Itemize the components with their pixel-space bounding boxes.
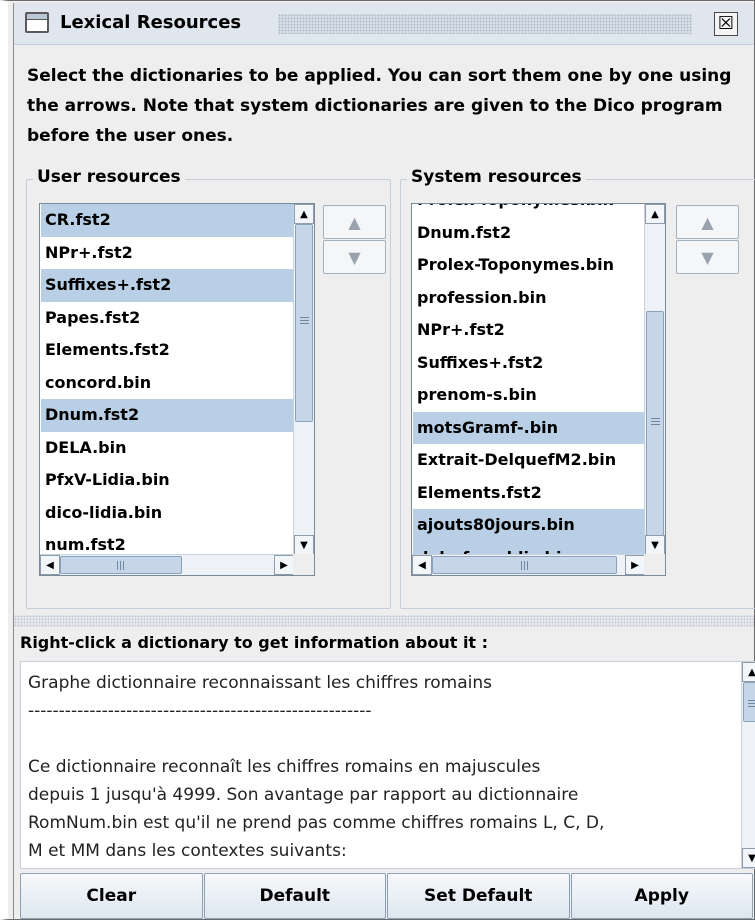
list-item[interactable]: Elements.fst2 <box>413 477 645 510</box>
window-icon <box>25 12 49 33</box>
list-item[interactable]: Extrait-DelquefM2.bin <box>413 444 645 477</box>
list-item[interactable]: motsGramf-.bin <box>413 411 645 444</box>
system-resources-title: System resources <box>407 167 586 187</box>
default-button[interactable]: Default <box>203 873 386 919</box>
scroll-left-icon[interactable]: ◀ <box>412 555 432 575</box>
user-resources-items: CR.fst2 NPr+.fst2 Suffixes+.fst2 Papes.fst2… <box>41 204 294 555</box>
close-icon[interactable]: ☒ <box>714 12 738 36</box>
move-up-button[interactable]: ▲ <box>323 205 386 239</box>
scroll-right-icon[interactable]: ▶ <box>274 555 294 575</box>
list-item[interactable]: concord.bin <box>41 367 294 400</box>
info-line: ----------------------------------------… <box>28 701 372 721</box>
scroll-up-icon[interactable]: ▲ <box>294 204 314 224</box>
list-item[interactable]: CR.fst2 <box>41 204 294 237</box>
info-line: Ce dictionnaire reconnaît les chiffres r… <box>28 757 541 777</box>
scroll-thumb[interactable] <box>743 682 755 722</box>
clear-button[interactable]: Clear <box>20 873 203 919</box>
dictionary-info-panel[interactable]: Graphe dictionnaire reconnaissant les ch… <box>20 661 755 869</box>
scroll-thumb[interactable] <box>432 556 617 574</box>
scroll-down-icon[interactable]: ▼ <box>742 848 755 868</box>
move-down-button[interactable]: ▼ <box>323 240 386 274</box>
list-item[interactable]: Suffixes+.fst2 <box>41 269 294 302</box>
instructions-text: Select the dictionaries to be applied. Y… <box>27 66 732 146</box>
info-line: depuis 1 jusqu'à 4999. Son avantage par … <box>28 785 579 805</box>
apply-button[interactable]: Apply <box>570 873 753 919</box>
user-list-horizontal-scrollbar[interactable]: ◀ ▶ <box>40 554 294 575</box>
scroll-up-icon[interactable]: ▲ <box>742 662 755 682</box>
list-item[interactable]: Papes.fst2 <box>41 302 294 335</box>
scroll-thumb[interactable] <box>295 224 313 422</box>
list-item[interactable]: Prolex-Toponymes.bin <box>413 249 645 282</box>
info-vertical-scrollbar[interactable]: ▲ ▼ <box>741 662 755 868</box>
user-resources-group: User resources CR.fst2 NPr+.fst2 Suffixes+… <box>26 167 391 609</box>
move-down-button[interactable]: ▼ <box>676 240 739 274</box>
title-bar[interactable]: Lexical Resources ☒ <box>14 3 754 45</box>
list-item[interactable]: DELA.bin <box>41 432 294 465</box>
system-resources-items: Prolex-Toponymes.binDnum.fst2Prolex-Topo… <box>413 204 645 555</box>
system-resources-list[interactable]: Prolex-Toponymes.binDnum.fst2Prolex-Topo… <box>411 203 666 576</box>
list-item[interactable]: NPr+.fst2 <box>41 237 294 270</box>
list-item[interactable]: Suffixes+.fst2 <box>413 347 645 380</box>
user-resources-list[interactable]: CR.fst2 NPr+.fst2 Suffixes+.fst2 Papes.fst2… <box>39 203 315 576</box>
list-item[interactable]: PfxV-Lidia.bin <box>41 464 294 497</box>
scroll-right-icon[interactable]: ▶ <box>625 555 645 575</box>
system-list-vertical-scrollbar[interactable]: ▲ ▼ <box>644 204 665 555</box>
list-item[interactable]: num.fst2 <box>41 529 294 555</box>
scroll-down-icon[interactable]: ▼ <box>294 535 314 555</box>
scroll-up-icon[interactable]: ▲ <box>645 204 665 224</box>
list-item[interactable]: dico-lidia.bin <box>41 497 294 530</box>
dialog-body: Lexical Resources ☒ Select the dictionar… <box>13 3 755 921</box>
scroll-thumb[interactable] <box>646 311 664 536</box>
list-item[interactable]: Elements.fst2 <box>41 334 294 367</box>
list-item[interactable]: profession.bin <box>413 282 645 315</box>
list-item[interactable]: NPr+.fst2 <box>413 314 645 347</box>
list-item[interactable]: Prolex-Toponymes.bin <box>413 204 645 217</box>
system-resources-group: System resources Prolex-Toponymes.binDnu… <box>400 167 755 609</box>
list-item[interactable]: Dnum.fst2 <box>413 217 645 250</box>
scroll-corner <box>293 554 314 575</box>
list-item[interactable]: ajouts80jours.bin <box>413 509 645 542</box>
list-item[interactable]: dela-fr-public.bin <box>413 541 645 555</box>
info-line: RomNum.bin est qu'il ne prend pas comme … <box>28 813 605 833</box>
dictionary-info-text: Graphe dictionnaire reconnaissant les ch… <box>28 669 732 865</box>
action-buttons: Clear Default Set Default Apply <box>20 873 754 921</box>
window-title: Lexical Resources <box>60 12 242 33</box>
info-label: Right-click a dictionary to get informat… <box>20 633 489 652</box>
scroll-thumb[interactable] <box>60 556 182 574</box>
list-item[interactable]: prenom-s.bin <box>413 379 645 412</box>
split-pane-divider[interactable] <box>14 615 754 627</box>
list-item[interactable]: Dnum.fst2 <box>41 399 294 432</box>
info-line: M et MM dans les contextes suivants: <box>28 841 347 861</box>
move-up-button[interactable]: ▲ <box>676 205 739 239</box>
info-line <box>28 725 732 753</box>
info-line: Graphe dictionnaire reconnaissant les ch… <box>28 673 492 693</box>
user-resources-title: User resources <box>33 167 185 187</box>
user-list-vertical-scrollbar[interactable]: ▲ ▼ <box>293 204 314 555</box>
title-bar-grip <box>278 14 692 34</box>
scroll-left-icon[interactable]: ◀ <box>40 555 60 575</box>
scroll-down-icon[interactable]: ▼ <box>645 535 665 555</box>
scroll-corner <box>644 554 665 575</box>
system-list-horizontal-scrollbar[interactable]: ◀ ▶ <box>412 554 645 575</box>
set-default-button[interactable]: Set Default <box>387 873 570 919</box>
dialog-window: Lexical Resources ☒ Select the dictionar… <box>0 0 755 920</box>
